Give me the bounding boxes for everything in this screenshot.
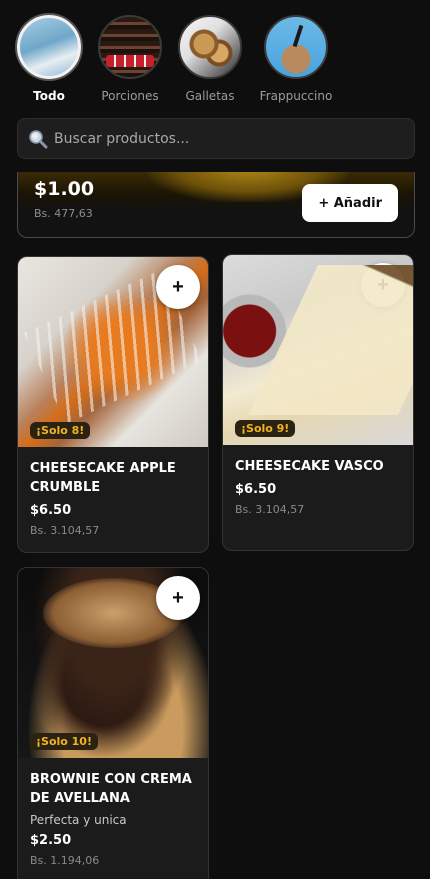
- product-description: Perfecta y unica: [30, 813, 127, 827]
- product-title: CHEESECAKE APPLE CRUMBLE: [30, 461, 176, 495]
- product-title: BROWNIE CON CREMA DE AVELLANA: [30, 772, 192, 806]
- stock-badge: ¡Solo 8!: [30, 422, 91, 439]
- product-card-brownie[interactable]: + ¡Solo 10! BROWNIE CON CREMA DE AVELLAN…: [17, 567, 209, 879]
- frappuccino-photo-icon: [264, 15, 328, 79]
- product-card-vasco[interactable]: + ¡Solo 9! CHEESECAKE VASCO $6.50 Bs. 3.…: [222, 254, 414, 551]
- add-button[interactable]: +: [361, 263, 405, 307]
- search-input[interactable]: [54, 130, 384, 147]
- category-label: Todo: [33, 89, 65, 103]
- product-image: + ¡Solo 10!: [18, 568, 208, 758]
- category-label: Frappuccino: [259, 89, 333, 103]
- stock-badge: ¡Solo 10!: [30, 733, 98, 750]
- product-title: CHEESECAKE VASCO: [235, 459, 384, 474]
- product-price: $2.50: [30, 833, 72, 848]
- product-image: + ¡Solo 8!: [18, 257, 208, 447]
- product-price: $6.50: [235, 482, 277, 497]
- product-bs-price: Bs. 477,63: [34, 207, 93, 220]
- add-to-cart-button[interactable]: + Añadir: [302, 184, 398, 222]
- stock-badge: ¡Solo 9!: [235, 420, 296, 437]
- category-strip: Todo Porciones Galletas Frappuccino: [0, 0, 430, 110]
- category-frappuccino[interactable]: Frappuccino: [250, 0, 342, 110]
- category-todo[interactable]: Todo: [8, 0, 90, 110]
- product-card-apple-crumble[interactable]: + ¡Solo 8! CHEESECAKE APPLE CRUMBLE $6.5…: [17, 256, 209, 553]
- search-bar: [17, 118, 415, 159]
- category-porciones[interactable]: Porciones: [90, 0, 170, 110]
- add-button[interactable]: +: [156, 576, 200, 620]
- search-icon: [28, 129, 48, 149]
- cake-photo-icon: [17, 15, 81, 79]
- add-button[interactable]: +: [156, 265, 200, 309]
- cookies-photo-icon: [178, 15, 242, 79]
- product-bs-price: Bs. 3.104,57: [30, 524, 100, 537]
- product-image: + ¡Solo 9!: [223, 255, 413, 445]
- product-bs-price: Bs. 3.104,57: [235, 503, 305, 516]
- category-galletas[interactable]: Galletas: [170, 0, 250, 110]
- product-card-partial: $1.00 Bs. 477,63 + Añadir: [17, 172, 415, 238]
- product-price: $1.00: [34, 178, 95, 200]
- category-label: Galletas: [185, 89, 235, 103]
- category-label: Porciones: [101, 89, 159, 103]
- brownie-photo-icon: [98, 15, 162, 79]
- product-price: $6.50: [30, 503, 72, 518]
- product-bs-price: Bs. 1.194,06: [30, 854, 100, 867]
